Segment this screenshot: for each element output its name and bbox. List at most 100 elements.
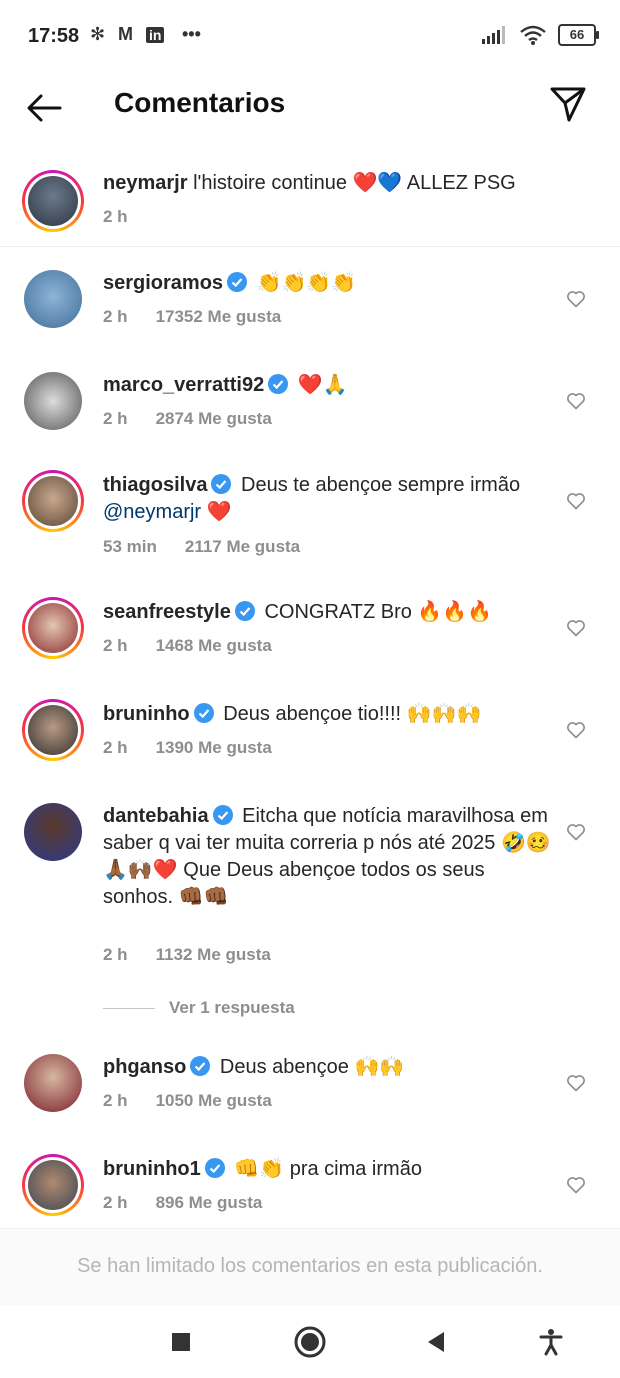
gmail-icon: M: [118, 24, 133, 44]
comment-time: 2 h: [103, 1091, 128, 1110]
comment-text: Deus abençoe 🙌🙌: [219, 1056, 405, 1078]
comment-time: 2 h: [103, 1193, 128, 1212]
view-replies-label[interactable]: Ver 1 respuesta: [169, 998, 295, 1018]
mention-link[interactable]: @neymarjr: [103, 501, 201, 523]
like-count[interactable]: 1390 Me gusta: [156, 738, 272, 757]
recents-square-icon[interactable]: [166, 1327, 196, 1357]
status-time: 17:58: [28, 25, 80, 47]
back-arrow-icon[interactable]: [24, 88, 64, 128]
accessibility-icon[interactable]: [536, 1327, 566, 1357]
page-title: Comentarios: [114, 87, 286, 118]
like-count[interactable]: 17352 Me gusta: [156, 307, 282, 326]
comments-limited-banner: Se han limitado los comentarios en esta …: [0, 1228, 620, 1306]
avatar[interactable]: [22, 1154, 84, 1216]
like-count[interactable]: 1132 Me gusta: [156, 945, 271, 964]
comment-body: dantebahia Eitcha que notícia maravilhos…: [103, 803, 553, 911]
verified-badge-icon: [268, 374, 289, 394]
comment-meta: 2 h 1132 Me gusta: [103, 945, 271, 965]
avatar[interactable]: [24, 372, 82, 430]
comment-meta: 2 h 1390 Me gusta: [103, 738, 272, 758]
comment-text-emoji: ❤️: [206, 501, 232, 523]
comment-username[interactable]: marco_verratti92: [103, 374, 264, 396]
like-heart-icon[interactable]: [566, 1175, 586, 1195]
like-heart-icon[interactable]: [566, 720, 586, 740]
like-heart-icon[interactable]: [566, 1073, 586, 1093]
post-caption: neymarjr l'histoire continue ❤️💙 ALLEZ P…: [0, 160, 620, 246]
replies-line: [103, 1007, 155, 1009]
comment-time: 2 h: [103, 945, 128, 964]
comment-text: Deus te abençoe sempre: [241, 474, 465, 496]
comment-text-cont: irmão: [470, 474, 521, 496]
avatar[interactable]: [24, 270, 82, 328]
comment-text: 👏👏👏👏: [256, 272, 357, 294]
avatar[interactable]: [22, 699, 84, 761]
comment-text: Deus abençoe tio!!!! 🙌🙌🙌: [223, 703, 482, 725]
comment-meta: 2 h 17352 Me gusta: [103, 307, 281, 327]
comment-body: bruninho1 👊👏 pra cima irmão: [103, 1156, 543, 1183]
comment-meta: 2 h 1468 Me gusta: [103, 636, 272, 656]
comment-time: 2 h: [103, 307, 128, 326]
avatar[interactable]: [22, 597, 84, 659]
comment-username[interactable]: seanfreestyle: [103, 601, 231, 623]
comment-username[interactable]: phganso: [103, 1056, 186, 1078]
verified-badge-icon: [190, 1056, 211, 1076]
caption-body: neymarjr l'histoire continue ❤️💙 ALLEZ P…: [103, 170, 543, 197]
comment-meta: 53 min 2117 Me gusta: [103, 537, 300, 557]
send-icon[interactable]: [548, 84, 588, 124]
comment-username[interactable]: sergioramos: [103, 272, 223, 294]
caption-text: l'histoire continue ❤️💙 ALLEZ PSG: [193, 172, 516, 194]
caption-time: 2 h: [103, 207, 128, 226]
verified-badge-icon: [211, 474, 232, 494]
home-circle-icon[interactable]: [293, 1325, 327, 1359]
comment-time: 53 min: [103, 537, 157, 556]
like-heart-icon[interactable]: [566, 491, 586, 511]
like-count[interactable]: 1468 Me gusta: [156, 636, 272, 655]
comment-text: CONGRATZ Bro 🔥🔥🔥: [264, 601, 493, 623]
like-count[interactable]: 1050 Me gusta: [156, 1091, 272, 1110]
like-heart-icon[interactable]: [566, 822, 586, 842]
comment-body: phganso Deus abençoe 🙌🙌: [103, 1054, 543, 1081]
like-heart-icon[interactable]: [566, 391, 586, 411]
system-nav-bar: [0, 1305, 620, 1378]
comment-username[interactable]: bruninho: [103, 703, 190, 725]
comment-time: 2 h: [103, 409, 128, 428]
view-replies-button[interactable]: Ver 1 respuesta: [103, 998, 295, 1018]
comment-meta: 2 h 896 Me gusta: [103, 1193, 262, 1213]
comments-limited-text: Se han limitado los comentarios en esta …: [77, 1255, 543, 1277]
status-bar: 17:58 ✻ M in ••• 66: [0, 0, 620, 72]
verified-badge-icon: [212, 805, 233, 825]
linkedin-icon: in: [146, 27, 165, 43]
comment-body: sergioramos 👏👏👏👏: [103, 270, 543, 297]
verified-badge-icon: [204, 1158, 225, 1178]
comment-text: ❤️🙏: [297, 374, 348, 396]
comment-meta: 2 h 1050 Me gusta: [103, 1091, 272, 1111]
comment-time: 2 h: [103, 636, 128, 655]
comment-body: marco_verratti92 ❤️🙏: [103, 372, 543, 399]
comment-username[interactable]: thiagosilva: [103, 474, 207, 496]
verified-badge-icon: [234, 601, 255, 621]
comment-body: bruninho Deus abençoe tio!!!! 🙌🙌🙌: [103, 701, 543, 728]
caption-username[interactable]: neymarjr: [103, 172, 188, 194]
avatar[interactable]: [24, 803, 82, 861]
signal-icon: [482, 26, 505, 44]
comment-username[interactable]: bruninho1: [103, 1158, 201, 1180]
avatar[interactable]: [24, 1054, 82, 1112]
verified-badge-icon: [193, 703, 214, 723]
like-heart-icon[interactable]: [566, 618, 586, 638]
bug-icon: ✻: [90, 24, 106, 44]
like-count[interactable]: 896 Me gusta: [156, 1193, 263, 1212]
comment-body: thiagosilva Deus te abençoe sempre irmão…: [103, 472, 543, 526]
avatar[interactable]: [22, 470, 84, 532]
like-heart-icon[interactable]: [566, 289, 586, 309]
battery-indicator: 66: [558, 24, 599, 46]
wifi-icon: [520, 25, 546, 45]
like-count[interactable]: 2874 Me gusta: [156, 409, 272, 428]
divider: [0, 246, 620, 247]
back-triangle-icon[interactable]: [422, 1327, 452, 1357]
comment-username[interactable]: dantebahia: [103, 805, 209, 827]
comment-time: 2 h: [103, 738, 128, 757]
like-count[interactable]: 2117 Me gusta: [185, 537, 300, 556]
avatar[interactable]: [22, 170, 84, 232]
verified-badge-icon: [227, 272, 248, 292]
comment-text: 👊👏 pra cima irmão: [234, 1158, 422, 1180]
